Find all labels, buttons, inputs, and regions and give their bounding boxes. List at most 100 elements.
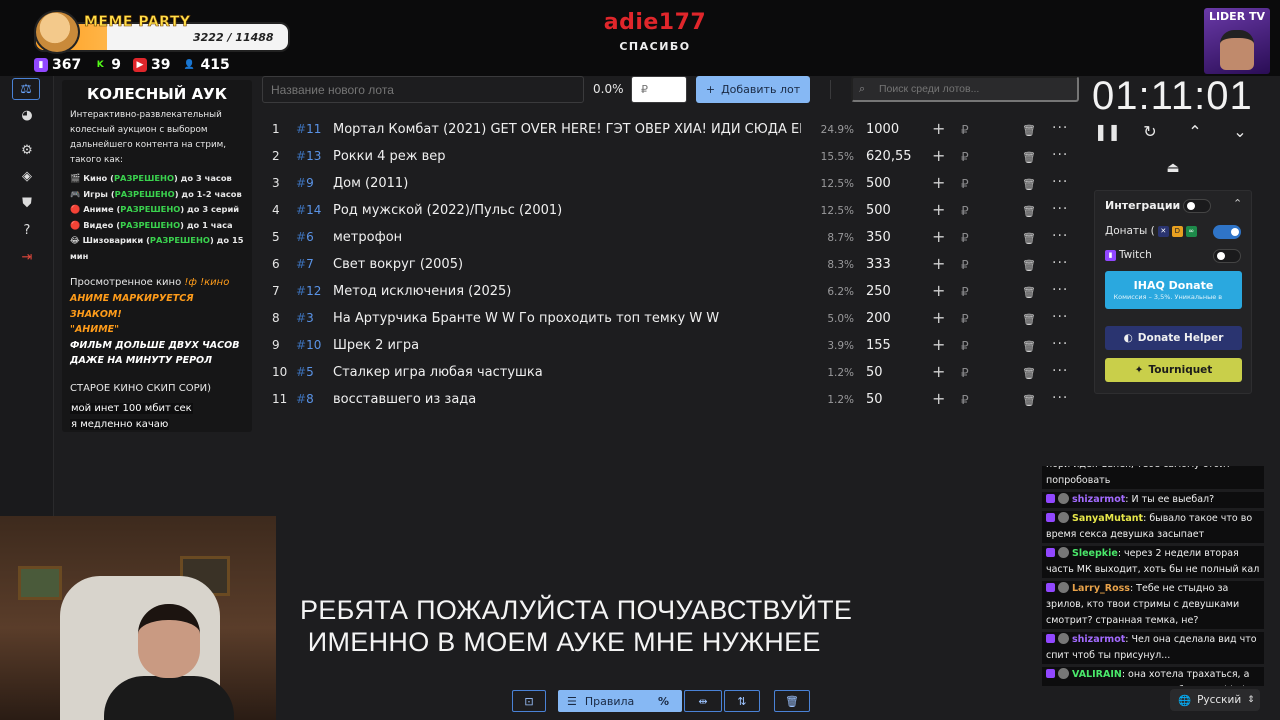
more-icon[interactable]: ··· <box>1052 174 1068 190</box>
sort-icon[interactable]: ⇅ <box>724 690 760 712</box>
trash-icon[interactable]: 🗑 <box>1022 394 1036 407</box>
chat-username[interactable]: VALIRAIN <box>1072 669 1122 680</box>
more-icon[interactable]: ··· <box>1052 147 1068 163</box>
more-icon[interactable]: ··· <box>1052 336 1068 352</box>
gear-icon[interactable]: ⚙ <box>18 141 36 159</box>
lot-row: 8 #3 На Артурчика Бранте W W Го проходить … <box>262 306 1082 333</box>
lot-amount[interactable]: 50 <box>866 392 883 407</box>
add-amount-icon[interactable]: + <box>932 146 945 165</box>
ihaq-donate-button[interactable]: IHAQ Donate Комиссия – 3,5%. Уникальные … <box>1105 271 1242 309</box>
wheel-icon[interactable]: ◕ <box>18 106 36 124</box>
lot-search-input[interactable] <box>851 76 1079 102</box>
clear-icon[interactable]: 🗑 <box>774 690 810 712</box>
lot-name[interactable]: восставшего из зада <box>333 392 476 407</box>
more-icon[interactable]: ··· <box>1052 309 1068 325</box>
lot-amount[interactable]: 620,55 <box>866 149 912 164</box>
tourniquet-button[interactable]: ✦ Tourniquet <box>1105 358 1242 382</box>
layers-icon[interactable]: ◈ <box>18 167 36 185</box>
hash-icon: # <box>296 149 307 163</box>
lot-amount[interactable]: 50 <box>866 365 883 380</box>
language-select[interactable]: 🌐 Русский ⇕ <box>1170 689 1260 711</box>
trash-icon[interactable]: 🗑 <box>1022 340 1036 353</box>
more-icon[interactable]: ··· <box>1052 120 1068 136</box>
lot-name[interactable]: Шрек 2 игра <box>333 338 419 353</box>
currency-icon: ₽ <box>961 285 969 299</box>
rules-tab-button[interactable]: ☰ Правила% <box>558 690 682 712</box>
lot-amount[interactable]: 500 <box>866 203 891 218</box>
new-lot-amount-input[interactable] <box>631 76 687 103</box>
lot-name[interactable]: Мортал Комбат (2021) GET OVER HERE! ГЭТ … <box>333 122 801 137</box>
split-icon[interactable]: ⇹ <box>684 690 722 712</box>
collapse-icon[interactable]: ⏏ <box>1163 160 1183 180</box>
trash-icon[interactable]: 🗑 <box>1022 205 1036 218</box>
new-lot-name-input[interactable] <box>262 76 584 103</box>
lot-name[interactable]: Метод исключения (2025) <box>333 284 511 299</box>
add-amount-icon[interactable]: + <box>932 254 945 273</box>
trash-icon[interactable]: 🗑 <box>1022 259 1036 272</box>
chevron-up-icon[interactable]: ⌃ <box>1233 197 1242 210</box>
more-icon[interactable]: ··· <box>1052 201 1068 217</box>
lot-amount[interactable]: 1000 <box>866 122 899 137</box>
lot-amount[interactable]: 155 <box>866 338 891 353</box>
add-amount-icon[interactable]: + <box>932 227 945 246</box>
lot-amount[interactable]: 200 <box>866 311 891 326</box>
add-amount-icon[interactable]: + <box>932 389 945 408</box>
donate-helper-button[interactable]: ◐ Donate Helper <box>1105 326 1242 350</box>
more-icon[interactable]: ··· <box>1052 282 1068 298</box>
integrations-toggle[interactable] <box>1183 199 1211 213</box>
logout-icon[interactable]: ⇥ <box>18 248 36 266</box>
help-icon[interactable]: ? <box>18 221 36 239</box>
pause-icon[interactable]: ❚❚ <box>1094 121 1121 143</box>
save-icon[interactable]: ⊡ <box>512 690 546 712</box>
watched-command: !ф !кино <box>184 277 230 288</box>
trash-icon[interactable]: 🗑 <box>1022 367 1036 380</box>
lot-name[interactable]: метрофон <box>333 230 402 245</box>
trash-icon[interactable]: 🗑 <box>1022 232 1036 245</box>
trash-icon[interactable]: 🗑 <box>1022 178 1036 191</box>
lot-name[interactable]: Дом (2011) <box>333 176 408 191</box>
chat-username[interactable]: shizarmot <box>1072 494 1125 505</box>
trash-icon[interactable]: 🗑 <box>1022 124 1036 137</box>
more-icon[interactable]: ··· <box>1052 228 1068 244</box>
lot-name[interactable]: Сталкер игра любая частушка <box>333 365 543 380</box>
rules-item: 🎮 Игры (РАЗРЕШЕНО) до 1-2 часов <box>70 187 244 203</box>
more-icon[interactable]: ··· <box>1052 255 1068 271</box>
add-lot-button[interactable]: + Добавить лот <box>696 76 810 103</box>
lot-amount[interactable]: 333 <box>866 257 891 272</box>
auction-icon[interactable]: ⚖ <box>12 78 40 100</box>
trash-icon[interactable]: 🗑 <box>1022 151 1036 164</box>
chevron-up-icon[interactable]: ⌃ <box>1184 121 1206 143</box>
chat-username[interactable]: shizarmot <box>1072 634 1125 645</box>
shield-icon[interactable]: ⛊ <box>18 194 36 212</box>
lot-name[interactable]: Свет вокруг (2005) <box>333 257 463 272</box>
chevron-down-icon[interactable]: ⌄ <box>1229 121 1251 143</box>
more-icon[interactable]: ··· <box>1052 390 1068 406</box>
trash-icon[interactable]: 🗑 <box>1022 313 1036 326</box>
chat-username[interactable]: SanyaMutant <box>1072 513 1143 524</box>
stat-value: 9 <box>111 57 121 73</box>
chat-username[interactable]: Sleepkie <box>1072 548 1118 559</box>
chat-message: Sleepkie: через 2 недели вторая часть МК… <box>1042 546 1264 578</box>
lot-name[interactable]: Рокки 4 реж вер <box>333 149 446 164</box>
lot-amount[interactable]: 250 <box>866 284 891 299</box>
add-amount-icon[interactable]: + <box>932 119 945 138</box>
hash-icon: # <box>296 257 307 271</box>
add-amount-icon[interactable]: + <box>932 281 945 300</box>
donor-thanks: СПАСИБО <box>619 40 691 53</box>
donations-toggle[interactable] <box>1213 225 1241 239</box>
add-amount-icon[interactable]: + <box>932 173 945 192</box>
chat-username[interactable]: Larry_Ross <box>1072 583 1130 594</box>
add-amount-icon[interactable]: + <box>932 335 945 354</box>
reset-icon[interactable]: ↻ <box>1139 121 1161 143</box>
add-amount-icon[interactable]: + <box>932 200 945 219</box>
lot-name[interactable]: Род мужской (2022)/Пульс (2001) <box>333 203 562 218</box>
avatar <box>1058 668 1069 679</box>
lot-amount[interactable]: 500 <box>866 176 891 191</box>
twitch-toggle[interactable] <box>1213 249 1241 263</box>
add-amount-icon[interactable]: + <box>932 308 945 327</box>
add-amount-icon[interactable]: + <box>932 362 945 381</box>
more-icon[interactable]: ··· <box>1052 363 1068 379</box>
lot-amount[interactable]: 350 <box>866 230 891 245</box>
lot-name[interactable]: На Артурчика Бранте W W Го проходить топ… <box>333 311 719 326</box>
trash-icon[interactable]: 🗑 <box>1022 286 1036 299</box>
